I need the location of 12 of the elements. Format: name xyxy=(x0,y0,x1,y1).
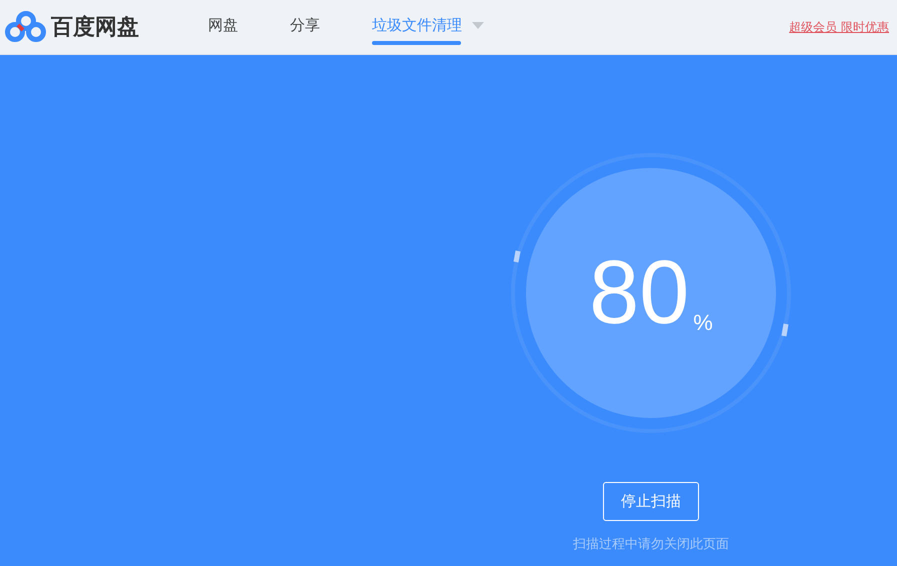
cloud-logo-icon xyxy=(5,10,47,44)
progress-percent: 80 xyxy=(589,248,690,338)
nav-tab[interactable]: 网盘 xyxy=(193,0,253,54)
spinner-tick xyxy=(514,250,520,262)
nav-tab[interactable]: 垃圾文件清理 xyxy=(357,0,499,54)
promo-link[interactable]: 超级会员 限时优惠 xyxy=(789,18,889,36)
spinner-tick xyxy=(782,324,788,336)
brand-name: 百度网盘 xyxy=(51,14,139,42)
nav-tab[interactable]: 分享 xyxy=(275,0,335,54)
stop-scan-button[interactable]: 停止扫描 xyxy=(603,482,699,521)
scan-hint: 扫描过程中请勿关闭此页面 xyxy=(573,536,729,553)
percent-sign: % xyxy=(693,310,713,336)
